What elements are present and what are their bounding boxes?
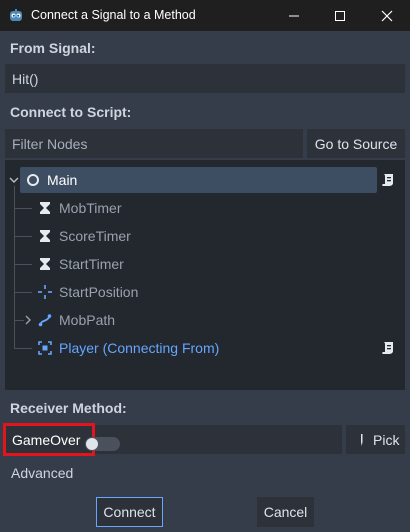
marker-icon <box>37 284 53 300</box>
maximize-icon <box>335 10 345 21</box>
tree-row-starttimer[interactable]: StartTimer <box>5 251 405 277</box>
circle-node-icon <box>25 172 41 188</box>
go-to-source-button[interactable]: Go to Source <box>307 129 405 158</box>
annotation-highlight-box <box>3 423 95 456</box>
script-icon[interactable] <box>381 173 395 187</box>
from-signal-label: From Signal: <box>10 40 96 56</box>
tree-row-mobpath[interactable]: MobPath <box>5 307 405 333</box>
window-title: Connect a Signal to a Method <box>31 8 196 22</box>
from-signal-field: Hit() <box>5 64 405 93</box>
toggle-knob <box>86 438 98 450</box>
pick-button[interactable]: Pick <box>346 425 405 454</box>
minimize-icon <box>289 15 299 16</box>
tree-node-label: Player (Connecting From) <box>59 340 220 356</box>
connect-button[interactable]: Connect <box>96 497 163 527</box>
timer-icon <box>37 256 53 272</box>
expand-arrow-icon[interactable] <box>24 315 32 325</box>
close-button[interactable] <box>364 0 410 31</box>
tree-row-scoretimer[interactable]: ScoreTimer <box>5 223 405 249</box>
close-icon <box>381 10 393 21</box>
maximize-button[interactable] <box>317 0 363 31</box>
tree-node-label: MobTimer <box>59 200 122 216</box>
tree-row-main[interactable]: Main <box>5 167 405 193</box>
script-icon[interactable] <box>381 341 395 355</box>
tree-node-label: StartPosition <box>59 284 139 300</box>
tree-node-label: MobPath <box>59 312 116 328</box>
eyedropper-icon <box>361 433 363 446</box>
godot-logo-icon <box>10 9 22 21</box>
advanced-label: Advanced <box>11 465 74 481</box>
tree-node-label: StartTimer <box>59 256 124 272</box>
filter-nodes-input[interactable]: Filter Nodes <box>5 129 303 158</box>
node-tree[interactable]: Main MobTimer ScoreTimer StartTimer Star… <box>5 160 405 390</box>
connect-to-script-label: Connect to Script: <box>10 104 132 120</box>
area-icon <box>37 340 53 356</box>
timer-icon <box>37 200 53 216</box>
tree-row-player[interactable]: Player (Connecting From) <box>5 335 405 361</box>
pick-button-label: Pick <box>373 431 400 448</box>
minimize-button[interactable] <box>271 0 317 31</box>
cancel-button[interactable]: Cancel <box>257 497 314 527</box>
window-titlebar: Connect a Signal to a Method <box>0 0 410 31</box>
tree-row-startposition[interactable]: StartPosition <box>5 279 405 305</box>
timer-icon <box>37 228 53 244</box>
advanced-toggle[interactable] <box>85 437 120 451</box>
tree-row-mobtimer[interactable]: MobTimer <box>5 195 405 221</box>
collapse-arrow-icon[interactable] <box>9 175 19 185</box>
tree-node-label: ScoreTimer <box>59 228 131 244</box>
path-icon <box>37 312 53 328</box>
receiver-method-label: Receiver Method: <box>10 400 127 416</box>
tree-node-label: Main <box>47 172 78 188</box>
